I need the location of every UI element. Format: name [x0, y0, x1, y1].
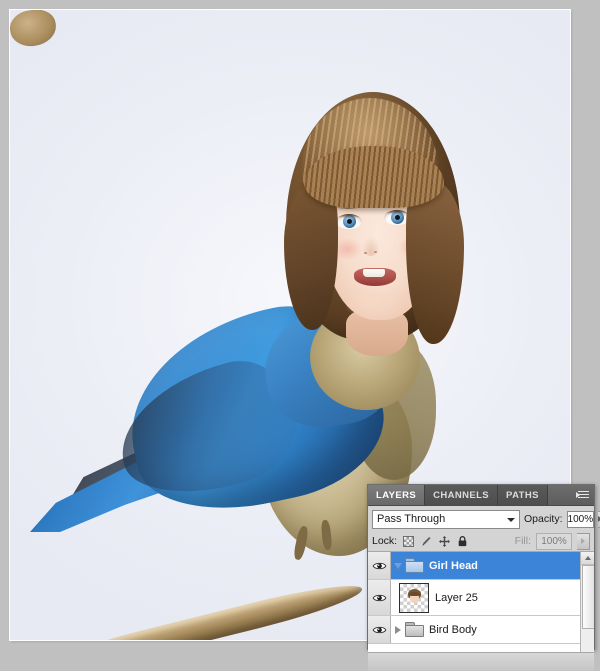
nostril-right: [374, 251, 377, 253]
tab-paths-label: PATHS: [506, 489, 539, 501]
layer-visibility-toggle[interactable]: [368, 580, 391, 615]
tab-layers[interactable]: LAYERS: [368, 485, 426, 505]
layer-list[interactable]: Girl Head Layer 25 Bird Body: [368, 552, 594, 653]
branch-main: [38, 576, 366, 640]
girl-head-composite: [280, 88, 466, 358]
layer-thumbnail[interactable]: [399, 582, 429, 613]
layer-visibility-toggle[interactable]: [368, 552, 391, 579]
spinner-triangle-icon: [581, 538, 585, 544]
blend-mode-select[interactable]: Pass Through: [372, 509, 520, 529]
scroll-up-icon[interactable]: [581, 552, 594, 565]
lock-label: Lock:: [372, 535, 398, 547]
pupil-left: [347, 219, 352, 224]
chevron-down-icon: [507, 517, 515, 522]
opacity-value: 100%: [567, 513, 594, 525]
table-row[interactable]: Layer 25: [368, 580, 594, 616]
mouth: [354, 268, 396, 286]
chevron-down-icon: [394, 562, 402, 569]
teeth: [363, 269, 385, 277]
fill-label: Fill:: [514, 535, 531, 547]
layer-list-scrollbar[interactable]: [580, 552, 594, 652]
opacity-label: Opacity:: [524, 513, 563, 525]
table-row[interactable]: Girl Head: [368, 552, 594, 580]
panel-menu-icon[interactable]: [575, 488, 591, 502]
panel-footer-toolbar[interactable]: [368, 653, 594, 671]
pupil-right: [395, 215, 400, 220]
girl-chin: [346, 294, 402, 320]
move-cross-glyph: [439, 535, 451, 547]
tab-paths[interactable]: PATHS: [498, 485, 548, 505]
brush-glyph: [422, 536, 431, 545]
blend-mode-value: Pass Through: [377, 513, 446, 525]
panel-menu-triangle-icon: [576, 492, 580, 498]
layer-name: Girl Head: [429, 559, 478, 572]
layers-panel[interactable]: LAYERS CHANNELS PATHS Pass Through Opaci…: [367, 484, 600, 671]
padlock-glyph: [458, 535, 467, 546]
eye-icon: [372, 562, 386, 569]
branch-knot: [10, 10, 58, 49]
tab-channels[interactable]: CHANNELS: [425, 485, 499, 505]
tab-channels-label: CHANNELS: [433, 489, 490, 501]
fill-input[interactable]: 100%: [536, 532, 572, 550]
lock-transparent-pixels-icon[interactable]: [402, 535, 415, 548]
group-disclosure-toggle[interactable]: [391, 562, 405, 569]
fill-spinner[interactable]: [577, 532, 590, 550]
scrollbar-thumb[interactable]: [582, 565, 594, 629]
tab-layers-label: LAYERS: [376, 489, 417, 501]
eye-icon: [372, 594, 386, 601]
panel-tab-strip: LAYERS CHANNELS PATHS: [368, 485, 594, 506]
group-disclosure-toggle[interactable]: [391, 625, 405, 634]
eye-icon: [372, 626, 386, 633]
eyelash-left: [336, 214, 362, 218]
lock-row: Lock: Fill: 100%: [368, 531, 594, 552]
folder-icon: [405, 558, 424, 573]
blend-opacity-row: Pass Through Opacity: 100%: [368, 506, 600, 531]
thumbnail-content: [408, 588, 421, 604]
fill-value: 100%: [541, 535, 567, 547]
eye-left: [336, 214, 362, 229]
layer-visibility-toggle[interactable]: [368, 616, 391, 643]
checkerboard-glyph: [403, 535, 415, 547]
layer-name: Layer 25: [435, 591, 478, 604]
lock-position-icon[interactable]: [438, 535, 451, 548]
hair-bangs: [304, 146, 444, 208]
table-row[interactable]: Bird Body: [368, 616, 594, 644]
lock-all-icon[interactable]: [456, 535, 469, 548]
chevron-right-icon: [395, 625, 401, 634]
folder-icon: [405, 622, 424, 637]
layer-name: Bird Body: [429, 623, 477, 636]
lock-image-pixels-icon[interactable]: [420, 535, 433, 548]
opacity-input[interactable]: 100%: [566, 510, 595, 528]
nostril-left: [364, 252, 367, 254]
